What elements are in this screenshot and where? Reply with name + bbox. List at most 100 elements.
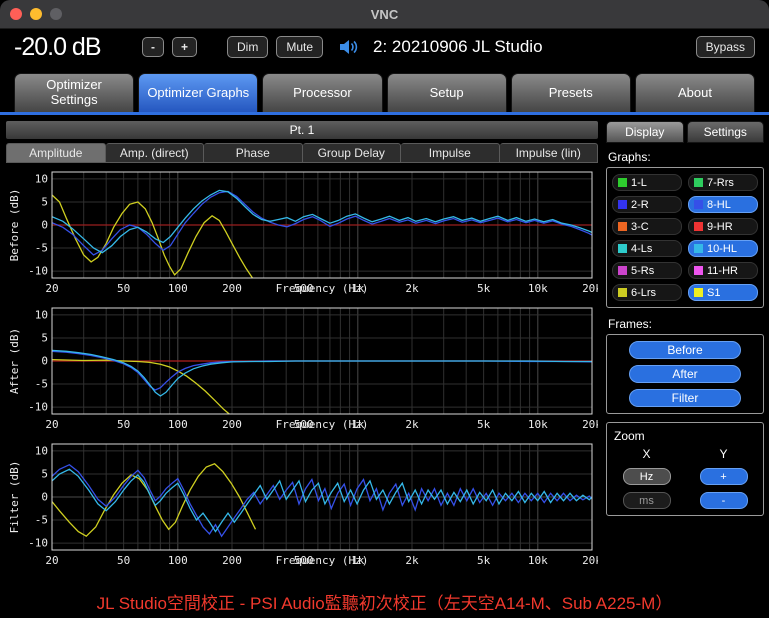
- channel-label: 3-C: [631, 220, 649, 233]
- svg-text:2k: 2k: [405, 418, 419, 431]
- channel-color-swatch: [618, 178, 627, 187]
- volume-up-button[interactable]: +: [172, 37, 198, 57]
- channel-button-2-r[interactable]: 2-R: [612, 196, 682, 213]
- graphs-column: Pt. 1 Amplitude Amp. (direct) Phase Grou…: [6, 121, 598, 584]
- after-graph: 1050-5-10Frequency (Hz)20 50 100 200 500 1k 2k…: [8, 307, 598, 431]
- subtab-amp-direct[interactable]: Amp. (direct): [105, 143, 204, 163]
- graphs-section-label: Graphs:: [608, 150, 651, 164]
- calibration-note: JL Studio空間校正 - PSI Audio監聽初次校正（左天空A14-M…: [96, 593, 673, 613]
- channel-button-3-c[interactable]: 3-C: [612, 218, 682, 235]
- subtab-impulse-lin[interactable]: Impulse (lin): [499, 143, 598, 163]
- svg-text:100: 100: [168, 282, 188, 295]
- svg-text:5: 5: [41, 331, 48, 344]
- titlebar: VNC: [0, 0, 769, 29]
- point-header: Pt. 1: [6, 121, 598, 139]
- svg-text:5k: 5k: [477, 418, 491, 431]
- svg-text:500: 500: [294, 554, 314, 567]
- channel-button-9-hr[interactable]: 9-HR: [688, 218, 758, 235]
- tab-setup[interactable]: Setup: [386, 73, 507, 112]
- speaker-icon: [339, 39, 359, 55]
- channel-color-swatch: [618, 266, 627, 275]
- subtab-amplitude[interactable]: Amplitude: [6, 143, 106, 163]
- preset-title: 2: 20210906 JL Studio: [373, 37, 543, 56]
- close-window-button[interactable]: [10, 8, 22, 20]
- bypass-button[interactable]: Bypass: [695, 36, 755, 58]
- channel-label: 9-HR: [707, 220, 733, 233]
- tab-optimizer-graphs[interactable]: Optimizer Graphs: [138, 73, 259, 112]
- svg-text:Filter (dB): Filter (dB): [8, 461, 21, 534]
- frame-button-before[interactable]: Before: [629, 341, 741, 359]
- zoom-x-hz-button[interactable]: Hz: [622, 468, 671, 485]
- volume-level-display: -20.0 dB: [14, 32, 102, 61]
- svg-text:0: 0: [41, 219, 48, 232]
- zoom-y-in-button[interactable]: +: [699, 468, 748, 485]
- channel-label: 1-L: [631, 176, 647, 189]
- sidebar-tabs: Display Settings: [606, 121, 764, 143]
- svg-text:20: 20: [45, 554, 58, 567]
- svg-text:5k: 5k: [477, 282, 491, 295]
- frames-section-label: Frames:: [608, 317, 653, 331]
- svg-text:50: 50: [117, 418, 130, 431]
- svg-text:100: 100: [168, 418, 188, 431]
- svg-text:20k: 20k: [582, 554, 598, 567]
- subtab-phase[interactable]: Phase: [204, 143, 303, 163]
- before-graph: 1050-5-10Frequency (Hz)20 50 100 200 500 1k 2k…: [8, 171, 598, 295]
- sidebar-tab-display[interactable]: Display: [606, 121, 684, 143]
- svg-text:10k: 10k: [528, 282, 548, 295]
- svg-text:0: 0: [41, 491, 48, 504]
- channel-button-8-hl[interactable]: 8-HL: [688, 196, 758, 213]
- zoom-y-out-button[interactable]: -: [699, 492, 748, 509]
- svg-text:10k: 10k: [528, 554, 548, 567]
- mute-button[interactable]: Mute: [276, 36, 324, 58]
- channel-button-1-l[interactable]: 1-L: [612, 174, 682, 191]
- svg-text:0: 0: [41, 355, 48, 368]
- channel-color-swatch: [694, 178, 703, 187]
- svg-text:10k: 10k: [528, 418, 548, 431]
- volume-down-button[interactable]: -: [142, 37, 164, 57]
- window-title: VNC: [370, 6, 399, 22]
- tab-presets[interactable]: Presets: [510, 73, 631, 112]
- svg-text:20k: 20k: [582, 282, 598, 295]
- channel-label: S1: [707, 286, 721, 299]
- tab-processor[interactable]: Processor: [262, 73, 383, 112]
- svg-text:-10: -10: [28, 401, 48, 414]
- svg-text:200: 200: [222, 418, 242, 431]
- channel-button-4-ls[interactable]: 4-Ls: [612, 240, 682, 257]
- channel-label: 8-HL: [707, 198, 731, 211]
- fullscreen-window-button[interactable]: [50, 8, 62, 20]
- zoom-x-ms-button[interactable]: ms: [622, 492, 671, 509]
- tab-about[interactable]: About: [634, 73, 756, 112]
- svg-text:500: 500: [294, 418, 314, 431]
- zoom-title: Zoom: [614, 429, 645, 443]
- sidebar-tab-settings[interactable]: Settings: [686, 121, 764, 143]
- channel-button-6-lrs[interactable]: 6-Lrs: [612, 284, 682, 301]
- channel-button-10-hl[interactable]: 10-HL: [688, 240, 758, 257]
- frame-button-after[interactable]: After: [629, 365, 741, 383]
- channel-button-7-rrs[interactable]: 7-Rrs: [688, 174, 758, 191]
- main-tab-bar: Optimizer Settings Optimizer Graphs Proc…: [0, 65, 769, 115]
- minimize-window-button[interactable]: [30, 8, 42, 20]
- channel-label: 4-Ls: [631, 242, 653, 255]
- channel-color-swatch: [694, 222, 703, 231]
- channel-color-swatch: [694, 244, 703, 253]
- channel-button-5-rs[interactable]: 5-Rs: [612, 262, 682, 279]
- svg-text:10: 10: [35, 444, 48, 457]
- channel-label: 5-Rs: [631, 264, 655, 277]
- subtab-impulse[interactable]: Impulse: [401, 143, 500, 163]
- channel-select-panel: 1-L 7-Rrs 2-R 8-HL 3-C 9-HR 4-Ls 10-HL 5…: [606, 167, 764, 308]
- display-sidebar: Display Settings Graphs: 1-L 7-Rrs 2-R 8…: [606, 121, 764, 584]
- channel-button-s1[interactable]: S1: [688, 284, 758, 301]
- frames-panel: Before After Filter: [606, 334, 764, 414]
- zoom-y-label: Y: [719, 447, 728, 461]
- frame-button-filter[interactable]: Filter: [629, 389, 741, 407]
- subtab-group-delay[interactable]: Group Delay: [302, 143, 401, 163]
- tab-optimizer-settings[interactable]: Optimizer Settings: [14, 73, 135, 112]
- svg-text:200: 200: [222, 282, 242, 295]
- main-area: Pt. 1 Amplitude Amp. (direct) Phase Grou…: [0, 115, 769, 584]
- svg-text:20: 20: [45, 282, 58, 295]
- channel-button-11-hr[interactable]: 11-HR: [688, 262, 758, 279]
- dim-button[interactable]: Dim: [227, 36, 269, 58]
- channel-label: 2-R: [631, 198, 649, 211]
- channel-color-swatch: [618, 288, 627, 297]
- svg-text:1k: 1k: [351, 282, 365, 295]
